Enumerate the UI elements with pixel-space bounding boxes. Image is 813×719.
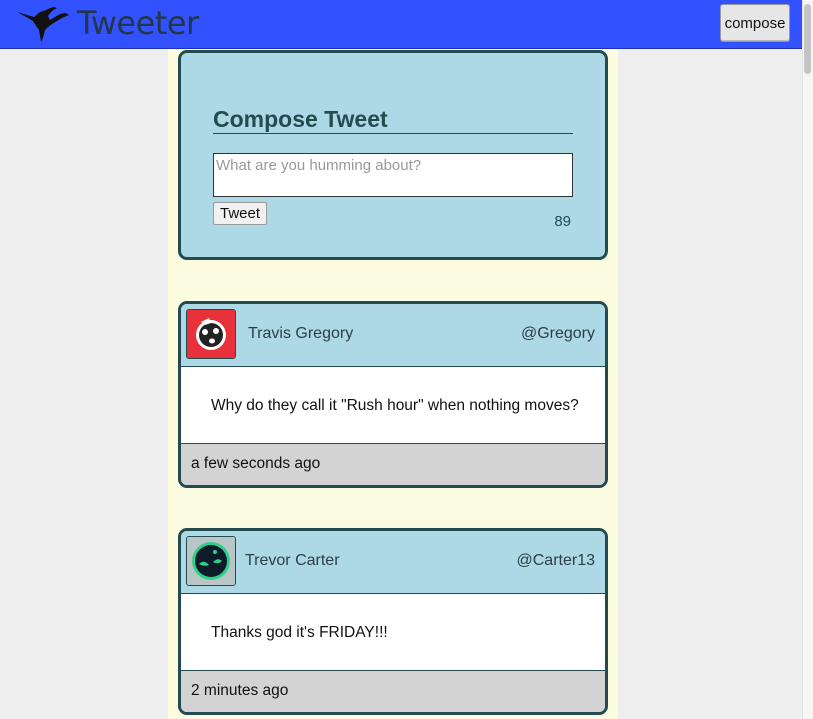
tweet-text: Thanks god it's FRIDAY!!! — [211, 624, 388, 641]
tweet-footer: 2 minutes ago — [181, 670, 605, 712]
tweet-author-handle[interactable]: @Carter13 — [517, 552, 596, 570]
compose-button[interactable]: compose — [720, 4, 790, 42]
hummingbird-icon — [17, 7, 69, 42]
tweet-card: Travis Gregory @Gregory Why do they call… — [178, 301, 608, 488]
tweet-footer: a few seconds ago — [181, 443, 605, 485]
tweet-header: Trevor Carter @Carter13 — [181, 531, 605, 594]
tweet-author-name[interactable]: Trevor Carter — [245, 552, 340, 570]
tweet-timestamp: a few seconds ago — [191, 455, 321, 472]
tweet-input[interactable] — [213, 153, 573, 197]
character-counter: 89 — [554, 213, 571, 230]
compose-tweet-panel: Compose Tweet Tweet 89 — [178, 50, 608, 260]
scrollbar[interactable] — [802, 0, 813, 719]
green-face-avatar-icon — [186, 536, 236, 586]
tweet-author-handle[interactable]: @Gregory — [521, 325, 595, 343]
top-navbar: Tweeter compose — [0, 0, 802, 49]
tweet-timestamp: 2 minutes ago — [191, 682, 289, 699]
tweet-header: Travis Gregory @Gregory — [181, 304, 605, 367]
red-face-avatar-icon — [186, 309, 236, 359]
tweet-card: Trevor Carter @Carter13 Thanks god it's … — [178, 528, 608, 715]
scrollbar-thumb[interactable] — [804, 4, 811, 74]
app-brand[interactable]: Tweeter — [77, 4, 199, 42]
tweet-text: Why do they call it "Rush hour" when not… — [211, 397, 579, 414]
compose-title: Compose Tweet — [213, 105, 573, 134]
tweet-submit-button[interactable]: Tweet — [213, 202, 267, 225]
tweet-author-name[interactable]: Travis Gregory — [248, 325, 353, 343]
